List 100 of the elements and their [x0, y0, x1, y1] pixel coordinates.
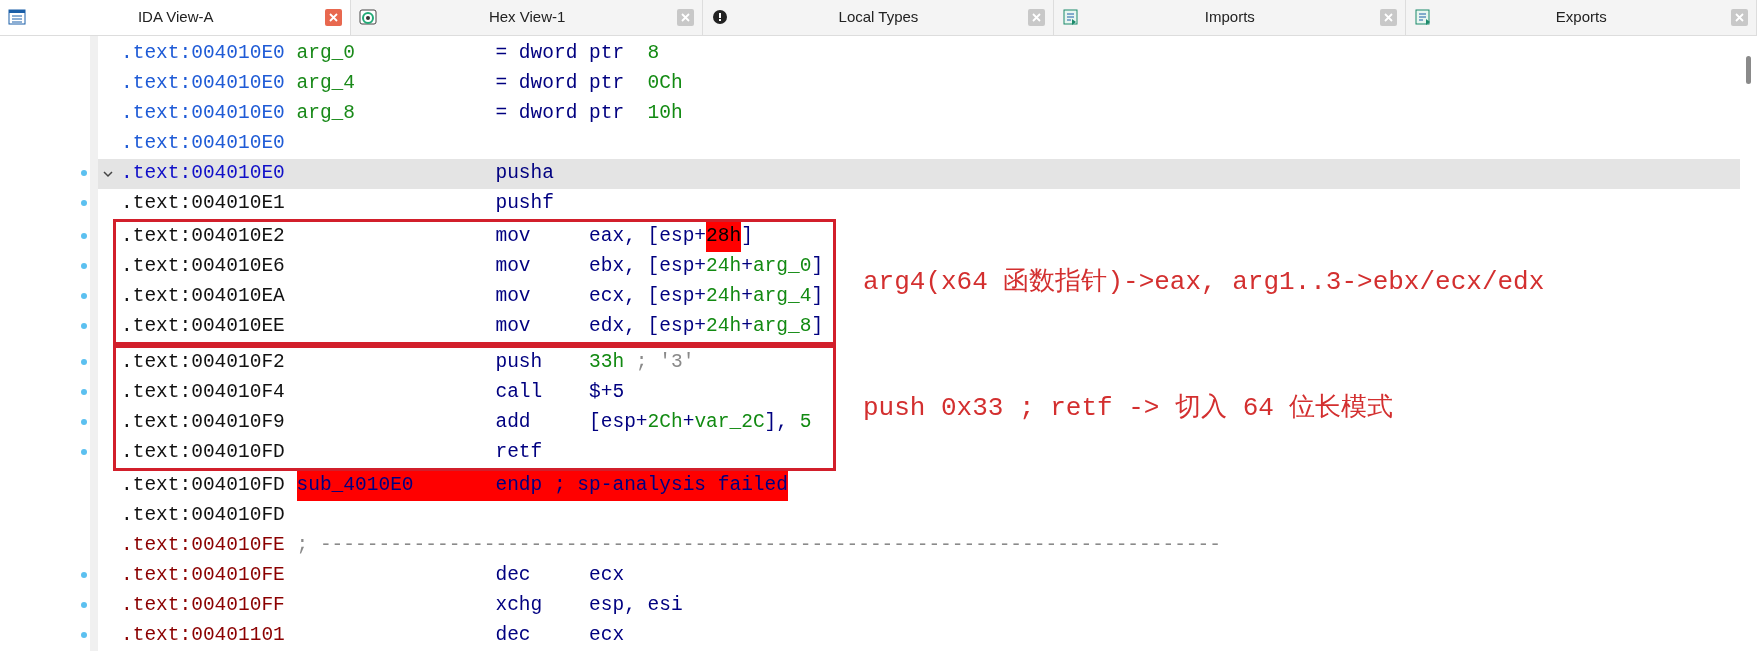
breakpoint-dot[interactable]: [81, 323, 87, 329]
mnemonic: call: [495, 380, 544, 406]
gauge-icon: [359, 9, 378, 26]
mnemonic: pusha: [495, 161, 555, 187]
close-icon: [1734, 13, 1744, 22]
address: .text:004010F9: [121, 410, 286, 436]
number: 24h: [706, 254, 742, 280]
address: .text:004010EE: [121, 314, 286, 340]
address: .text:004010E6: [121, 254, 286, 280]
operand: [esp+: [589, 410, 648, 436]
tab[interactable]: Local Types: [702, 0, 1055, 35]
variable-name: arg_4: [752, 284, 812, 310]
breakpoint-dot[interactable]: [81, 632, 87, 638]
breakpoint-dot[interactable]: [81, 263, 87, 269]
operand: ecx: [589, 563, 625, 589]
comment: ; '3': [635, 350, 695, 376]
variable-name: arg_8: [296, 101, 357, 127]
breakpoint-dot[interactable]: [81, 170, 87, 176]
close-button[interactable]: [1028, 9, 1046, 26]
operand: esp, esi: [589, 593, 683, 619]
number: 5: [799, 410, 812, 436]
comment: ; -----------------------------------------------------------------------------: [296, 533, 1221, 559]
operand: ; sp-analysis failed: [553, 473, 788, 499]
tab[interactable]: Hex View-1: [351, 0, 703, 35]
variable-name: arg_0: [296, 41, 357, 67]
address: .text:004010E0: [121, 41, 286, 67]
address: .text:004010E0: [121, 131, 286, 157]
operand: ]: [741, 224, 753, 250]
operand: ],: [764, 410, 789, 436]
mnemonic: push: [495, 350, 544, 376]
mnemonic: dec: [495, 563, 532, 589]
close-button[interactable]: [325, 9, 343, 26]
mnemonic: endp: [495, 473, 543, 499]
breakpoint-dot[interactable]: [81, 359, 87, 365]
address: .text:004010E2: [121, 224, 286, 250]
number: 10h: [647, 101, 683, 127]
variable-name: arg_0: [752, 254, 812, 280]
operand: $+5: [589, 380, 625, 406]
tab[interactable]: Exports: [1405, 0, 1757, 35]
variable-name: var_2C: [694, 410, 765, 436]
address: .text:004010EA: [121, 284, 286, 310]
breakpoint-dot[interactable]: [81, 233, 87, 239]
number: 0Ch: [647, 71, 683, 97]
listing-icon: [8, 9, 26, 26]
number: 33h: [589, 350, 625, 376]
scrollbar-thumb[interactable]: [1746, 56, 1751, 84]
breakpoint-dot[interactable]: [81, 389, 87, 395]
operand: +: [682, 410, 695, 436]
operand: +: [741, 284, 753, 310]
breakpoint-dot[interactable]: [81, 293, 87, 299]
annotation-note: arg4(x64 函数指针)->eax, arg1..3->ebx/ecx/edx: [863, 265, 1545, 299]
annotation-note: push 0x33 ; retf -> 切入 64 位长模式: [863, 391, 1394, 425]
tab[interactable]: IDA View-A: [0, 0, 352, 35]
address: .text:004010FF: [121, 593, 286, 619]
address: .text:004010F2: [121, 350, 286, 376]
mnemonic: dec: [495, 623, 532, 649]
close-button[interactable]: [676, 9, 694, 26]
mnemonic: = dword ptr: [495, 41, 625, 67]
operand: +: [741, 314, 753, 340]
address: .text:004010E0: [121, 161, 286, 187]
address: .text:004010E0: [121, 101, 286, 127]
function-name: sub_4010E0: [296, 473, 415, 499]
close-button[interactable]: [1379, 9, 1397, 26]
breakpoint-dot[interactable]: [81, 419, 87, 425]
number: 24h: [706, 284, 742, 310]
number: 8: [647, 41, 660, 67]
operand: ecx: [589, 623, 625, 649]
breakpoint-dot[interactable]: [81, 572, 87, 578]
close-icon: [329, 13, 339, 22]
address: .text:004010FD: [121, 473, 286, 499]
mnemonic: = dword ptr: [495, 101, 625, 127]
operand: ecx, [esp+: [589, 284, 707, 310]
info-icon: [710, 9, 729, 26]
mnemonic: pushf: [495, 191, 555, 217]
operand: ]: [811, 284, 824, 310]
mnemonic: xchg: [495, 593, 544, 619]
operand: ]: [811, 254, 824, 280]
number: 24h: [706, 314, 742, 340]
operand: eax, [esp+: [589, 224, 707, 250]
mnemonic: add: [495, 410, 532, 436]
address: .text:00401101: [121, 623, 286, 649]
mnemonic: mov: [495, 254, 532, 280]
close-icon: [1032, 13, 1042, 22]
variable-name: arg_8: [752, 314, 812, 340]
close-button[interactable]: [1730, 9, 1748, 26]
address: .text:004010F4: [121, 380, 286, 406]
mnemonic: = dword ptr: [495, 71, 625, 97]
operand: ]: [811, 314, 824, 340]
breakpoint-dot[interactable]: [81, 200, 87, 206]
address: .text:004010FE: [121, 563, 286, 589]
address: .text:004010FD: [121, 440, 286, 466]
address: .text:004010FE: [121, 533, 286, 559]
breakpoint-dot[interactable]: [81, 602, 87, 608]
operand: ebx, [esp+: [589, 254, 707, 280]
highlighted-number: 28h: [706, 222, 742, 252]
operand: edx, [esp+: [589, 314, 707, 340]
breakpoint-dot[interactable]: [81, 449, 87, 455]
mnemonic: retf: [495, 440, 544, 466]
tab[interactable]: Imports: [1054, 0, 1406, 35]
close-icon: [680, 13, 690, 22]
